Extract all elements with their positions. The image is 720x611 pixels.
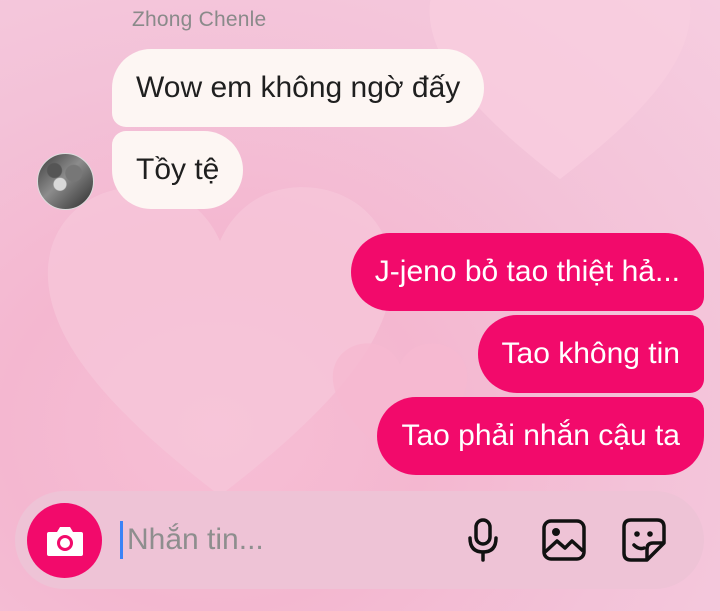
message-text: Wow em không ngờ đấy [136, 71, 461, 104]
sticker-button[interactable] [619, 515, 669, 565]
image-icon [542, 519, 586, 561]
sticker-icon [622, 518, 666, 562]
camera-button[interactable] [27, 503, 102, 578]
gallery-button[interactable] [539, 515, 589, 565]
message-input[interactable] [125, 522, 429, 558]
text-caret [120, 521, 123, 559]
message-input-wrapper [120, 517, 429, 563]
message-text: Tồy tệ [136, 153, 220, 186]
background-heart-large [47, 187, 393, 496]
outgoing-message[interactable]: J-jeno bỏ tao thiệt hả... [350, 233, 704, 311]
incoming-message[interactable]: Wow em không ngờ đấy [112, 49, 485, 127]
message-text: J-jeno bỏ tao thiệt hả... [374, 255, 680, 288]
outgoing-message[interactable]: Tao phải nhắn cậu ta [377, 397, 704, 475]
camera-icon [46, 526, 83, 556]
sender-name: Zhong Chenle [132, 8, 267, 31]
message-composer [15, 491, 704, 589]
voice-button[interactable] [458, 515, 508, 565]
microphone-icon [468, 518, 498, 562]
message-text: Tao không tin [501, 337, 680, 370]
outgoing-message[interactable]: Tao không tin [477, 315, 704, 393]
message-text: Tao phải nhắn cậu ta [401, 419, 680, 452]
incoming-message[interactable]: Tồy tệ [112, 131, 244, 209]
avatar[interactable] [37, 153, 94, 210]
